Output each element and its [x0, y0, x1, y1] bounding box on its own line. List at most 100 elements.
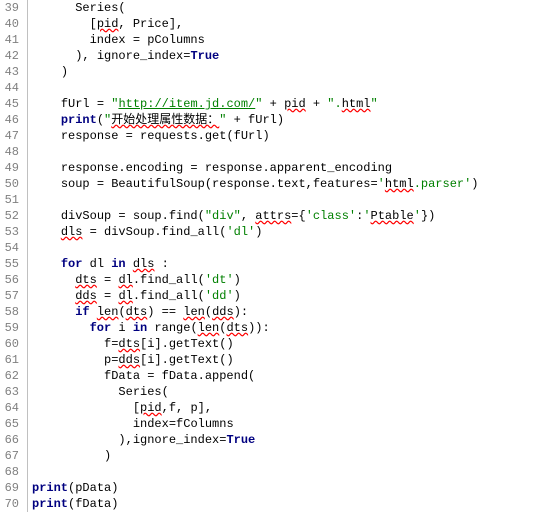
- code-line[interactable]: dds = dl.find_all('dd'): [32, 288, 541, 304]
- code-token: dl: [82, 257, 111, 271]
- code-line[interactable]: [32, 240, 541, 256]
- code-token: if: [75, 305, 89, 319]
- code-token: .parser': [414, 177, 472, 191]
- code-token: [90, 305, 97, 319]
- code-line[interactable]: ): [32, 64, 541, 80]
- code-line[interactable]: [32, 464, 541, 480]
- code-token: 'dl': [226, 225, 255, 239]
- code-token: ,f, p],: [162, 401, 212, 415]
- code-token: (: [118, 305, 125, 319]
- line-number: 41: [4, 32, 19, 48]
- line-number: 63: [4, 384, 19, 400]
- line-number: 51: [4, 192, 19, 208]
- line-number: 52: [4, 208, 19, 224]
- code-token: http://item.jd.com/: [118, 97, 255, 111]
- code-line[interactable]: response.encoding = response.apparent_en…: [32, 160, 541, 176]
- code-token: =: [97, 273, 119, 287]
- line-number: 54: [4, 240, 19, 256]
- code-token: :: [154, 257, 168, 271]
- code-line[interactable]: f=dts[i].getText(): [32, 336, 541, 352]
- code-line[interactable]: p=dds[i].getText(): [32, 352, 541, 368]
- code-token: (: [97, 113, 104, 127]
- code-line[interactable]: fUrl = "http://item.jd.com/" + pid + ".h…: [32, 96, 541, 112]
- code-line[interactable]: divSoup = soup.find("div", attrs={'class…: [32, 208, 541, 224]
- line-number: 43: [4, 64, 19, 80]
- line-number-gutter: 3940414243444546474849505152535455565758…: [0, 0, 28, 512]
- code-line[interactable]: ),ignore_index=True: [32, 432, 541, 448]
- code-token: for: [61, 257, 83, 271]
- code-token: for: [90, 321, 112, 335]
- code-token: ={: [291, 209, 305, 223]
- line-number: 58: [4, 304, 19, 320]
- code-token: i: [111, 321, 133, 335]
- code-line[interactable]: Series(: [32, 384, 541, 400]
- code-token: soup = BeautifulSoup(response.text,featu…: [61, 177, 378, 191]
- code-line[interactable]: [32, 144, 541, 160]
- code-token: ': [378, 177, 385, 191]
- code-line[interactable]: soup = BeautifulSoup(response.text,featu…: [32, 176, 541, 192]
- code-line[interactable]: [pid,f, p],: [32, 400, 541, 416]
- line-number: 59: [4, 320, 19, 336]
- code-editor-area[interactable]: Series( [pid, Price], index = pColumns )…: [28, 0, 541, 512]
- code-line[interactable]: for dl in dls :: [32, 256, 541, 272]
- code-token: ):: [234, 305, 248, 319]
- code-token: .find_all(: [133, 289, 205, 303]
- code-token: ): [255, 225, 262, 239]
- code-line[interactable]: index = pColumns: [32, 32, 541, 48]
- line-number: 48: [4, 144, 19, 160]
- line-number: 50: [4, 176, 19, 192]
- code-token: dds: [75, 289, 97, 303]
- code-token: Ptable: [371, 209, 414, 223]
- code-token: ): [234, 273, 241, 287]
- code-token: pid: [140, 401, 162, 415]
- code-token: ),ignore_index=: [118, 433, 226, 447]
- code-token: dts: [118, 337, 140, 351]
- line-number: 66: [4, 432, 19, 448]
- line-number: 49: [4, 160, 19, 176]
- code-token: [: [90, 17, 97, 31]
- line-number: 69: [4, 480, 19, 496]
- code-token: html: [385, 177, 414, 191]
- code-token: True: [226, 433, 255, 447]
- code-token: print: [32, 481, 68, 495]
- code-token: attrs: [255, 209, 291, 223]
- code-line[interactable]: fData = fData.append(: [32, 368, 541, 384]
- code-line[interactable]: response = requests.get(fUrl): [32, 128, 541, 144]
- code-line[interactable]: index=fColumns: [32, 416, 541, 432]
- line-number: 42: [4, 48, 19, 64]
- code-line[interactable]: ): [32, 448, 541, 464]
- code-token: p=: [104, 353, 118, 367]
- line-number: 44: [4, 80, 19, 96]
- code-token: 'class': [306, 209, 356, 223]
- code-line[interactable]: print(pData): [32, 480, 541, 496]
- code-token: (: [205, 305, 212, 319]
- code-line[interactable]: print(fData): [32, 496, 541, 512]
- code-token: )):: [248, 321, 270, 335]
- code-line[interactable]: [32, 192, 541, 208]
- code-line[interactable]: dls = divSoup.find_all('dl'): [32, 224, 541, 240]
- code-token: .find_all(: [133, 273, 205, 287]
- line-number: 61: [4, 352, 19, 368]
- code-token: dts: [226, 321, 248, 335]
- line-number: 55: [4, 256, 19, 272]
- code-line[interactable]: for i in range(len(dts)):: [32, 320, 541, 336]
- code-token: [126, 257, 133, 271]
- code-line[interactable]: if len(dts) == len(dds):: [32, 304, 541, 320]
- code-token: ): [471, 177, 478, 191]
- code-token: len: [183, 305, 205, 319]
- code-token: fData = fData.append(: [104, 369, 255, 383]
- code-line[interactable]: [pid, Price],: [32, 16, 541, 32]
- line-number: 68: [4, 464, 19, 480]
- code-line[interactable]: [32, 80, 541, 96]
- code-token: print: [32, 497, 68, 511]
- code-line[interactable]: Series(: [32, 0, 541, 16]
- code-token: ) ==: [147, 305, 183, 319]
- code-token: }): [421, 209, 435, 223]
- code-token: +: [262, 97, 284, 111]
- code-token: dl: [118, 273, 132, 287]
- code-line[interactable]: dts = dl.find_all('dt'): [32, 272, 541, 288]
- code-token: "div": [205, 209, 241, 223]
- code-token: ): [61, 65, 68, 79]
- code-line[interactable]: print("开始处理属性数据：" + fUrl): [32, 112, 541, 128]
- code-line[interactable]: ), ignore_index=True: [32, 48, 541, 64]
